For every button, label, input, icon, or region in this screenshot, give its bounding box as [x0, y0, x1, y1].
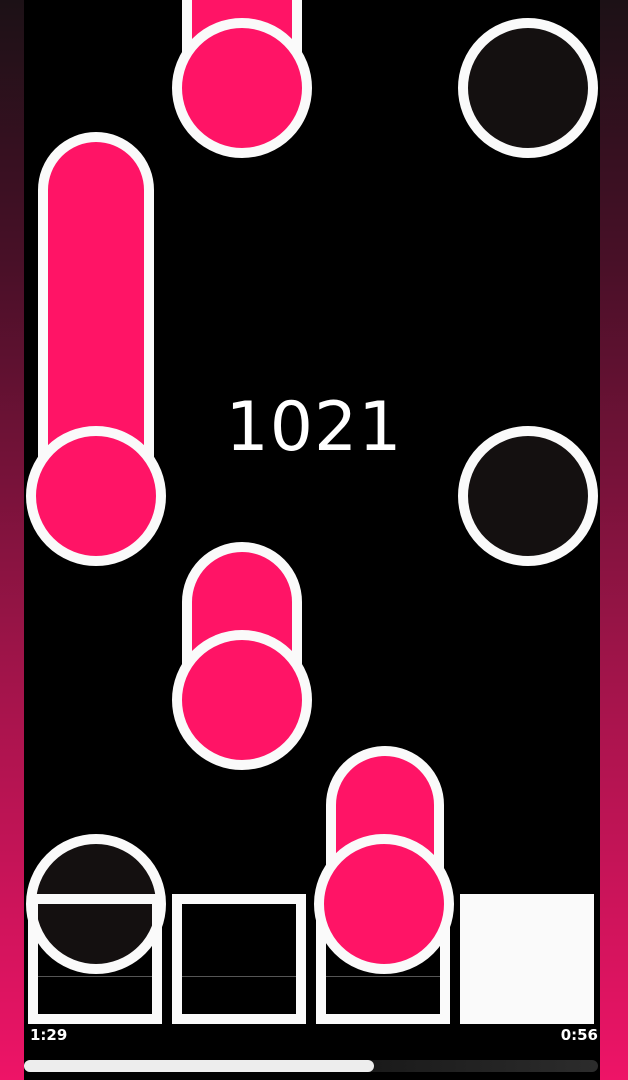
- song-progress-fill: [24, 1060, 375, 1072]
- lane-2-pad[interactable]: [172, 894, 306, 1024]
- left-gradient-border: [0, 0, 24, 1080]
- hold-note-head[interactable]: [172, 18, 312, 158]
- pad-divider: [326, 976, 440, 977]
- tap-note[interactable]: [458, 18, 598, 158]
- hold-note-head[interactable]: [314, 834, 454, 974]
- play-field: 1021: [24, 0, 600, 1080]
- pad-divider: [38, 976, 152, 977]
- pad-divider: [182, 976, 296, 977]
- lane-4-pad[interactable]: [460, 894, 594, 1024]
- tap-note[interactable]: [458, 426, 598, 566]
- elapsed-time: 1:29: [30, 1026, 68, 1044]
- hold-note-head[interactable]: [172, 630, 312, 770]
- score-display: 1021: [225, 388, 403, 467]
- song-progress-bar[interactable]: [24, 1060, 598, 1072]
- hold-note-head[interactable]: [26, 426, 166, 566]
- right-gradient-border: [600, 0, 628, 1080]
- remaining-time: 0:56: [560, 1026, 598, 1044]
- lane-1-pad[interactable]: [28, 894, 162, 1024]
